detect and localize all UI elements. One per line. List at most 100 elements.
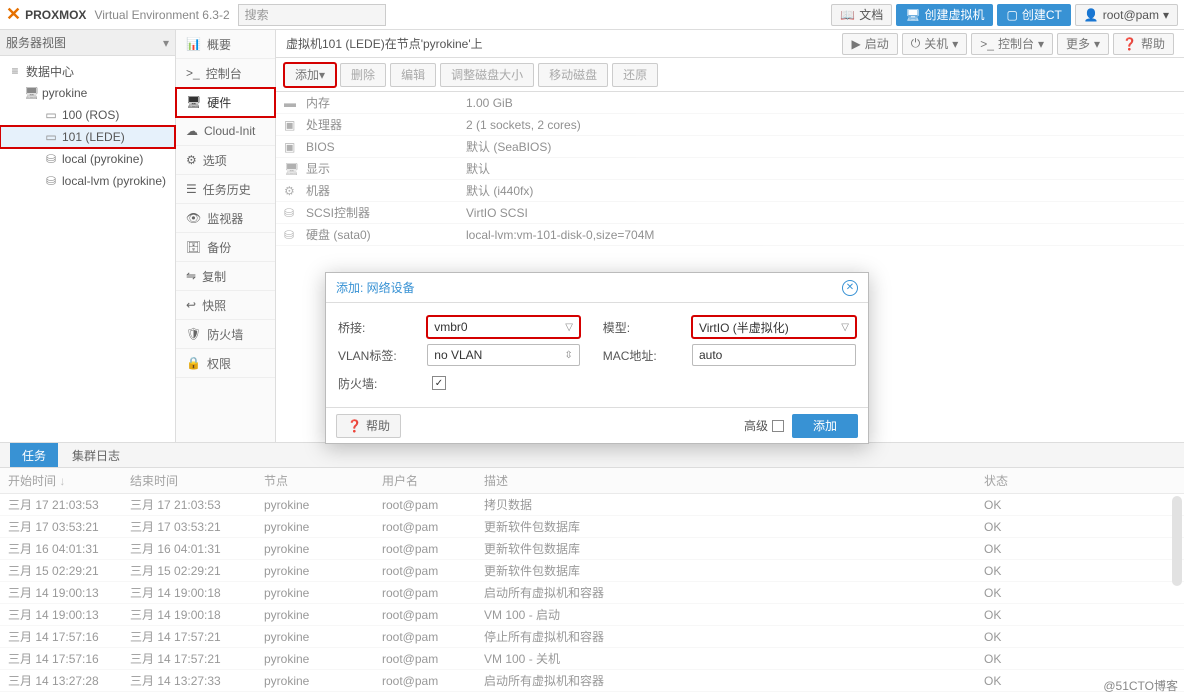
log-row[interactable]: 三月 16 04:01:31三月 16 04:01:31pyrokineroot… bbox=[0, 538, 1184, 560]
hardware-toolbar: 添加 ▾ 删除 编辑 调整磁盘大小 移动磁盘 还原 bbox=[276, 58, 1184, 92]
tree-item[interactable]: ▭100 (ROS) bbox=[0, 104, 175, 126]
tree-item[interactable]: ≡数据中心 bbox=[0, 60, 175, 82]
log-row[interactable]: 三月 17 03:53:21三月 17 03:53:21pyrokineroot… bbox=[0, 516, 1184, 538]
menu-item[interactable]: ⇋复制 bbox=[176, 262, 275, 291]
server-view-selector[interactable]: 服务器视图▾ bbox=[0, 30, 175, 56]
chevron-down-icon: ▽ bbox=[841, 322, 849, 333]
chevron-down-icon: ▾ bbox=[1094, 37, 1100, 51]
menu-label: Cloud-Init bbox=[204, 124, 255, 138]
user-icon: 👤 bbox=[1084, 8, 1099, 22]
play-icon: ▶ bbox=[851, 37, 860, 51]
log-row[interactable]: 三月 15 02:29:21三月 15 02:29:21pyrokineroot… bbox=[0, 560, 1184, 582]
mac-input[interactable]: auto bbox=[692, 344, 856, 366]
move-disk-button[interactable]: 移动磁盘 bbox=[538, 63, 608, 87]
dialog-add-button[interactable]: 添加 bbox=[792, 414, 858, 438]
hw-icon: ⛁ bbox=[284, 206, 306, 220]
console-button[interactable]: >_控制台 ▾ bbox=[971, 33, 1053, 55]
log-row[interactable]: 三月 14 17:57:16三月 14 17:57:21pyrokineroot… bbox=[0, 626, 1184, 648]
more-button[interactable]: 更多 ▾ bbox=[1057, 33, 1109, 55]
col-end[interactable]: 结束时间 bbox=[130, 472, 264, 489]
menu-item[interactable]: 🗄备份 bbox=[176, 233, 275, 262]
close-icon[interactable]: ✕ bbox=[842, 280, 858, 296]
hw-value: 默认 (SeaBIOS) bbox=[466, 138, 551, 155]
doc-button[interactable]: 📖文档 bbox=[831, 4, 892, 26]
menu-label: 控制台 bbox=[206, 65, 242, 82]
tree-item[interactable]: ⛁local-lvm (pyrokine) bbox=[0, 170, 175, 192]
col-status[interactable]: 状态 bbox=[984, 472, 1184, 489]
cube-icon: ▢ bbox=[1006, 8, 1017, 22]
hw-value: VirtIO SCSI bbox=[466, 206, 528, 220]
hw-icon: ▣ bbox=[284, 140, 306, 154]
tree-item[interactable]: 🖥pyrokine bbox=[0, 82, 175, 104]
hardware-row[interactable]: ▣BIOS默认 (SeaBIOS) bbox=[276, 136, 1184, 158]
monitor-icon: 🖥 bbox=[905, 8, 920, 22]
log-row[interactable]: 三月 17 21:03:53三月 17 21:03:53pyrokineroot… bbox=[0, 494, 1184, 516]
tree-icon: ▭ bbox=[44, 130, 58, 144]
breadcrumb-text: 虚拟机101 (LEDE)在节点'pyrokine'上 bbox=[286, 35, 483, 52]
hardware-row[interactable]: ⛁硬盘 (sata0)local-lvm:vm-101-disk-0,size=… bbox=[276, 224, 1184, 246]
hw-value: 1.00 GiB bbox=[466, 96, 513, 110]
menu-item[interactable]: 👁监视器 bbox=[176, 204, 275, 233]
menu-item[interactable]: 📊概要 bbox=[176, 30, 275, 59]
create-vm-button[interactable]: 🖥创建虚拟机 bbox=[896, 4, 993, 26]
hardware-row[interactable]: ⛁SCSI控制器VirtIO SCSI bbox=[276, 202, 1184, 224]
advanced-toggle[interactable]: 高级 bbox=[744, 417, 784, 434]
log-row[interactable]: 三月 14 17:57:16三月 14 17:57:21pyrokineroot… bbox=[0, 648, 1184, 670]
tab-cluster-log[interactable]: 集群日志 bbox=[60, 443, 132, 467]
add-button[interactable]: 添加 ▾ bbox=[284, 63, 336, 87]
shutdown-button[interactable]: ⏻关机 ▾ bbox=[902, 33, 968, 55]
chevron-down-icon: ▽ bbox=[565, 322, 573, 333]
task-log: 开始时间 结束时间 节点 用户名 描述 状态 三月 17 21:03:53三月 … bbox=[0, 468, 1184, 696]
tree-label: pyrokine bbox=[42, 86, 87, 100]
hardware-row[interactable]: 🖥显示默认 bbox=[276, 158, 1184, 180]
breadcrumb-bar: 虚拟机101 (LEDE)在节点'pyrokine'上 ▶启动 ⏻关机 ▾ >_… bbox=[276, 30, 1184, 58]
menu-item[interactable]: ☰任务历史 bbox=[176, 175, 275, 204]
col-node[interactable]: 节点 bbox=[264, 472, 382, 489]
tree-label: local-lvm (pyrokine) bbox=[62, 174, 166, 188]
menu-icon: ⇋ bbox=[186, 269, 196, 283]
search-input[interactable]: 搜索 bbox=[238, 4, 386, 26]
edit-button[interactable]: 编辑 bbox=[390, 63, 436, 87]
menu-item[interactable]: >_控制台 bbox=[176, 59, 275, 88]
menu-label: 防火墙 bbox=[207, 326, 243, 343]
menu-item[interactable]: ↩快照 bbox=[176, 291, 275, 320]
create-ct-button[interactable]: ▢创建CT bbox=[997, 4, 1070, 26]
menu-item[interactable]: ⚙选项 bbox=[176, 146, 275, 175]
menu-item[interactable]: ☁Cloud-Init bbox=[176, 117, 275, 146]
menu-item[interactable]: 🔒权限 bbox=[176, 349, 275, 378]
user-menu[interactable]: 👤root@pam ▾ bbox=[1075, 4, 1178, 26]
help-button[interactable]: ❓帮助 bbox=[1113, 33, 1174, 55]
firewall-checkbox[interactable]: ✓ bbox=[432, 376, 446, 390]
bridge-select[interactable]: vmbr0▽ bbox=[427, 316, 580, 338]
revert-button[interactable]: 还原 bbox=[612, 63, 658, 87]
tree-item[interactable]: ⛁local (pyrokine) bbox=[0, 148, 175, 170]
menu-icon: ☰ bbox=[186, 182, 197, 196]
scrollbar[interactable] bbox=[1172, 496, 1182, 586]
advanced-checkbox[interactable] bbox=[772, 420, 784, 432]
vlan-input[interactable]: no VLAN⇳ bbox=[427, 344, 580, 366]
tree-item[interactable]: ▭101 (LEDE) bbox=[0, 126, 175, 148]
log-row[interactable]: 三月 14 19:00:13三月 14 19:00:18pyrokineroot… bbox=[0, 582, 1184, 604]
log-row[interactable]: 三月 14 19:00:13三月 14 19:00:18pyrokineroot… bbox=[0, 604, 1184, 626]
hardware-row[interactable]: ⚙机器默认 (i440fx) bbox=[276, 180, 1184, 202]
dialog-help-button[interactable]: ❓帮助 bbox=[336, 414, 401, 438]
delete-button[interactable]: 删除 bbox=[340, 63, 386, 87]
model-select[interactable]: VirtIO (半虚拟化)▽ bbox=[692, 316, 856, 338]
help-icon: ❓ bbox=[1122, 37, 1137, 51]
menu-icon: 📊 bbox=[186, 37, 201, 51]
col-user[interactable]: 用户名 bbox=[382, 472, 484, 489]
tab-tasks[interactable]: 任务 bbox=[10, 443, 58, 467]
menu-item[interactable]: 🛡防火墙 bbox=[176, 320, 275, 349]
start-button[interactable]: ▶启动 bbox=[842, 33, 897, 55]
menu-item[interactable]: 🖥硬件 bbox=[176, 88, 275, 117]
col-start[interactable]: 开始时间 bbox=[0, 472, 130, 489]
hw-key: 机器 bbox=[306, 182, 466, 199]
menu-icon: 🔒 bbox=[186, 356, 201, 370]
log-row[interactable]: 三月 14 13:27:28三月 14 13:27:33pyrokineroot… bbox=[0, 670, 1184, 692]
col-desc[interactable]: 描述 bbox=[484, 472, 984, 489]
hw-icon: ▣ bbox=[284, 118, 306, 132]
menu-icon: ⚙ bbox=[186, 153, 197, 167]
hardware-row[interactable]: ▣处理器2 (1 sockets, 2 cores) bbox=[276, 114, 1184, 136]
hardware-row[interactable]: ▬内存1.00 GiB bbox=[276, 92, 1184, 114]
resize-disk-button[interactable]: 调整磁盘大小 bbox=[440, 63, 534, 87]
